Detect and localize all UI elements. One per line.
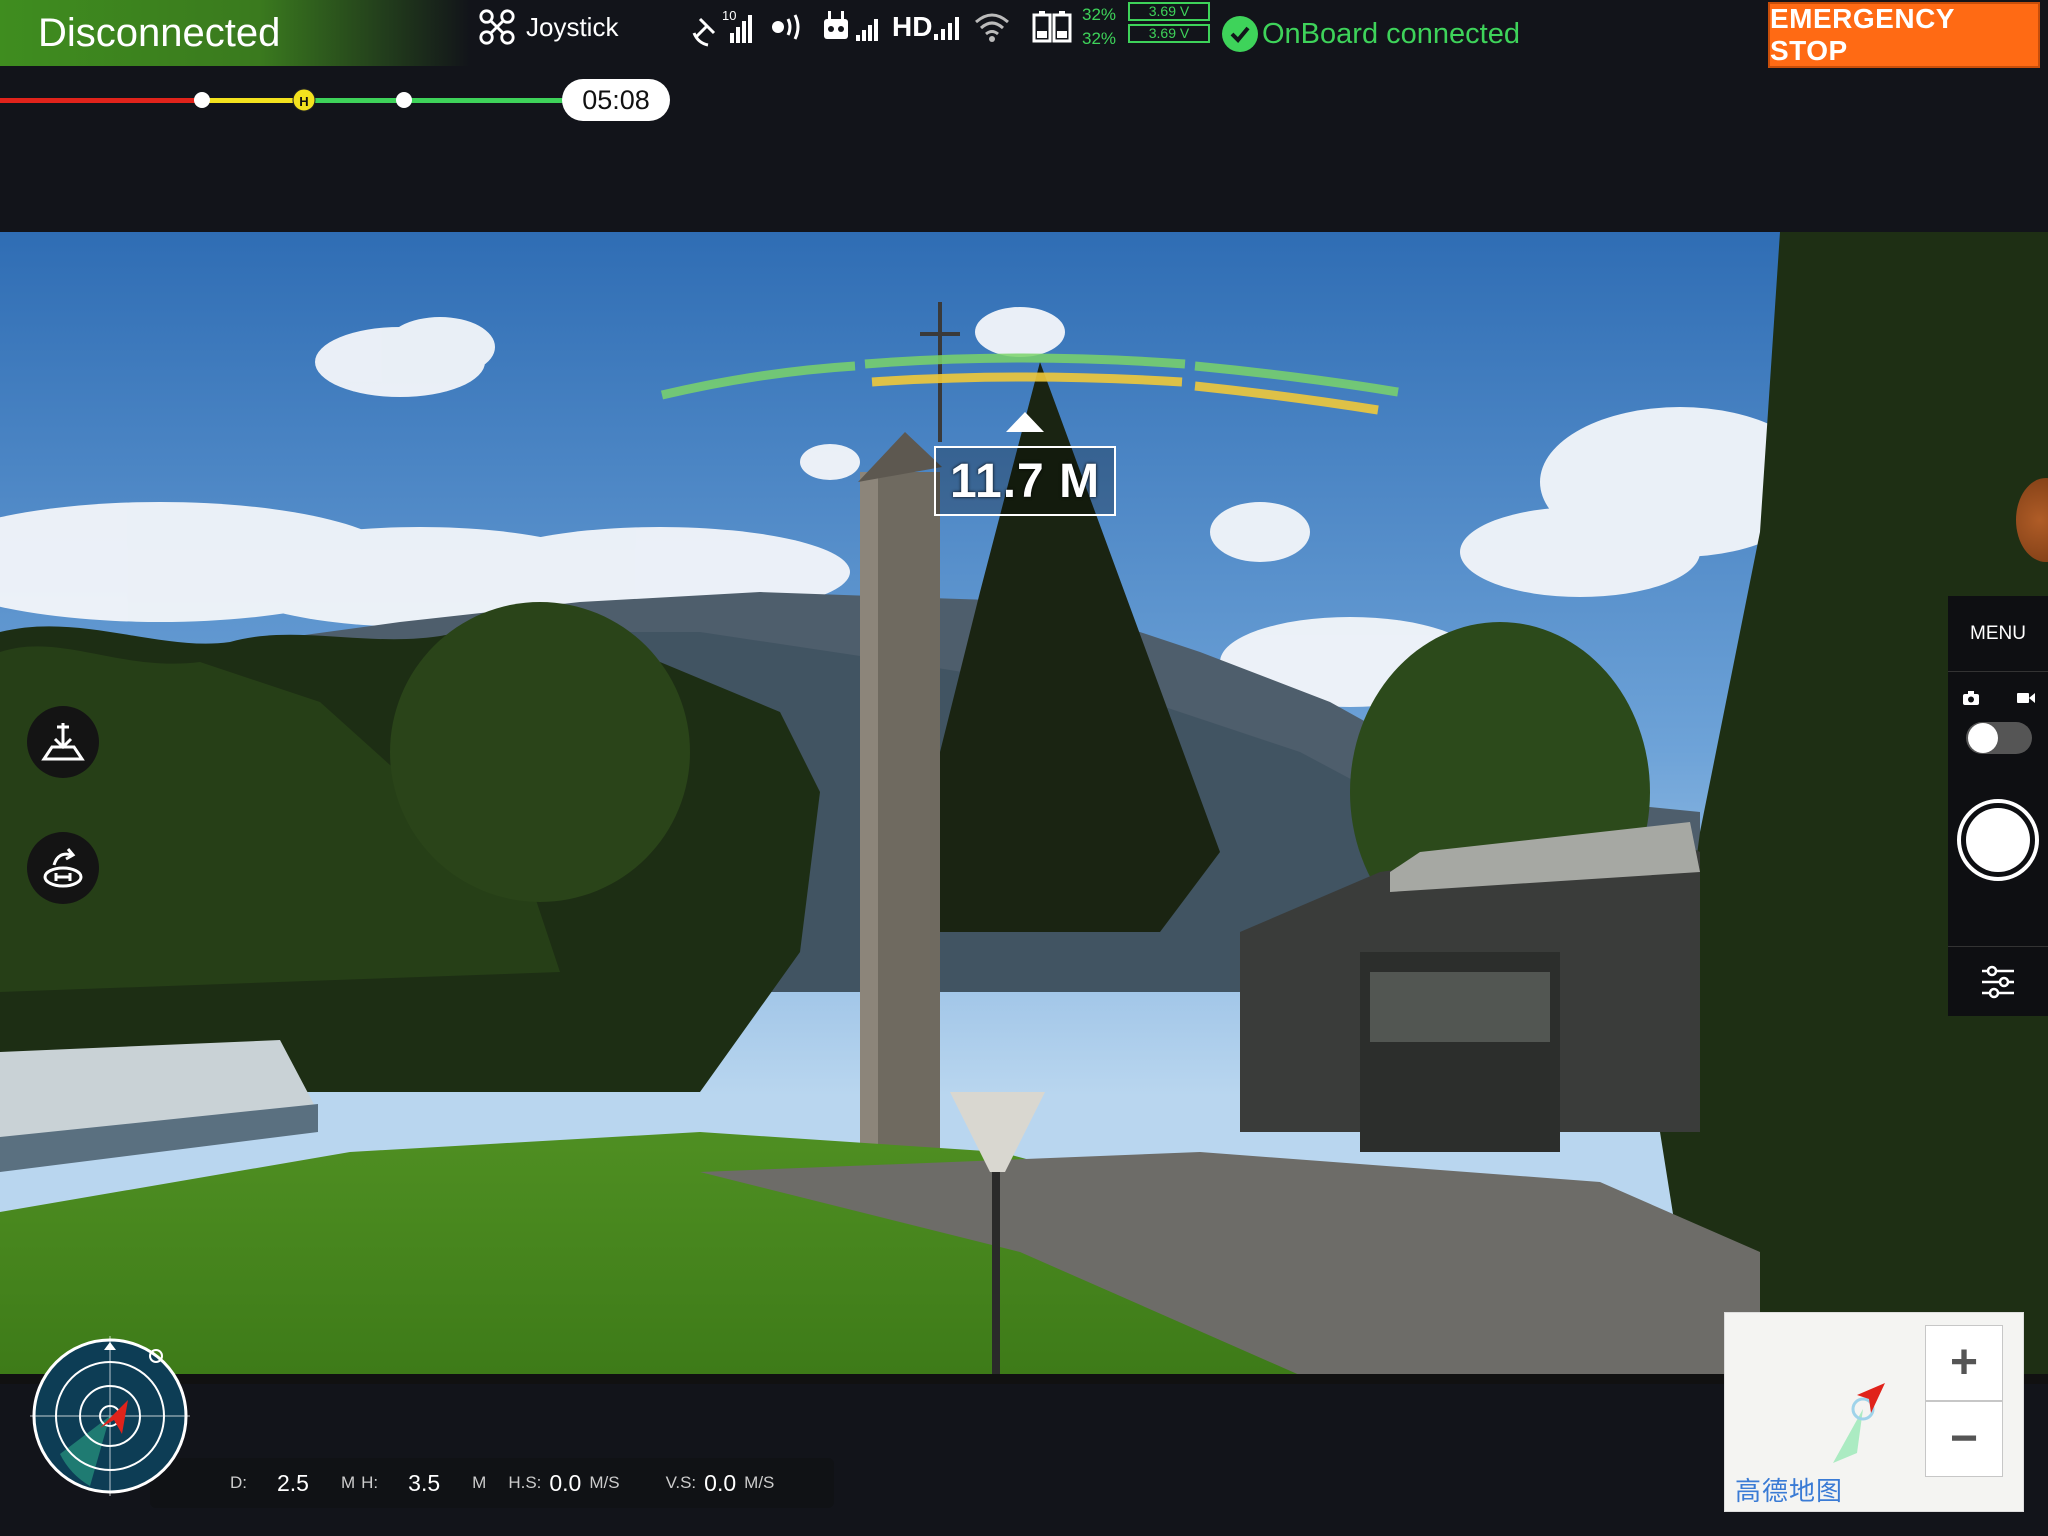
height-unit: M	[472, 1473, 487, 1492]
radar-icon[interactable]	[30, 1336, 190, 1496]
photo-video-toggle[interactable]	[1966, 722, 2032, 754]
voltage-1: 3.69 V	[1128, 2, 1210, 21]
vertical-speed-unit: M/S	[744, 1473, 775, 1492]
camera-feed[interactable]	[0, 232, 2048, 1384]
height-label: H:	[361, 1473, 379, 1492]
shutter-button[interactable]	[1957, 799, 2039, 881]
horizontal-speed-value: 0.0	[549, 1469, 582, 1496]
remote-controller-icon	[824, 11, 878, 41]
camera-control-panel: MENU	[1948, 596, 2048, 1016]
connection-status-label: Disconnected	[38, 10, 281, 55]
height-value: 3.5	[408, 1469, 441, 1496]
zoom-out-button[interactable]: −	[1925, 1401, 2003, 1477]
battery-percent-1: 32%	[1082, 5, 1117, 24]
sliders-icon	[1982, 965, 2014, 998]
zoom-in-button[interactable]: +	[1925, 1325, 2003, 1401]
battery-percent-2: 32%	[1082, 29, 1117, 48]
altitude-arrow-icon	[1006, 412, 1044, 432]
map-provider-logo: 高德地图	[1735, 1476, 1844, 1506]
horizontal-speed-label: H.S:	[508, 1473, 542, 1492]
onboard-status-label: OnBoard connected	[1262, 17, 1520, 50]
critical-threshold-marker	[194, 92, 210, 108]
hd-link-status: HD	[892, 0, 962, 54]
menu-button[interactable]: MENU	[1948, 596, 2048, 672]
gps-status[interactable]: 10	[690, 0, 754, 54]
camera-icon	[1963, 691, 1979, 705]
vertical-speed-value: 0.0	[704, 1469, 737, 1496]
horizontal-speed-unit: M/S	[589, 1473, 620, 1492]
battery-bar-critical-segment	[0, 98, 202, 103]
battery-status[interactable]: 32% 32%	[1032, 0, 1116, 54]
drone-icon	[479, 9, 515, 45]
telemetry-bar: D: 2.5 M H: 3.5 M H.S: 0.0 M/S V.S: 0.0 …	[150, 1458, 834, 1508]
distance-unit: M	[340, 1473, 356, 1492]
rc-signal-indicator	[770, 0, 810, 54]
camera-scene	[0, 232, 2048, 1384]
battery-icon	[1032, 11, 1072, 43]
app-root: Disconnected Joystick 10 HD 32% 32% 3.69…	[0, 0, 2048, 1536]
flight-mode-indicator[interactable]: Joystick	[478, 0, 618, 54]
low-threshold-marker	[396, 92, 412, 108]
hd-label: HD	[892, 11, 933, 42]
cell-voltages: 3.69 V 3.69 V	[1128, 2, 1210, 43]
satellite-count: 10	[722, 8, 737, 23]
onboard-status: OnBoard connected	[1222, 6, 1520, 62]
return-home-icon	[43, 848, 83, 888]
minimap[interactable]: + − 高德地图	[1724, 1312, 2024, 1512]
battery-percentages: 32% 32%	[1082, 3, 1116, 51]
video-icon	[2017, 693, 2035, 703]
battery-bar-warning-segment	[202, 98, 304, 103]
takeoff-icon	[41, 723, 85, 761]
flight-time-remaining: 05:08	[562, 79, 670, 121]
home-marker-label: H	[299, 94, 308, 109]
distance-value: 2.5	[277, 1469, 309, 1496]
vertical-speed-label: V.S:	[665, 1473, 697, 1492]
voltage-2: 3.69 V	[1128, 24, 1210, 43]
signal-icon	[934, 17, 960, 40]
connection-status: Disconnected	[0, 0, 470, 66]
return-home-button[interactable]	[27, 832, 99, 904]
flight-mode-label: Joystick	[526, 11, 619, 42]
distance-label: D:	[230, 1473, 247, 1492]
wifi-icon	[975, 13, 1009, 42]
remote-controller-status	[822, 0, 884, 54]
battery-bar-ok-segment	[304, 98, 566, 103]
check-icon	[1222, 16, 1258, 52]
takeoff-button[interactable]	[27, 706, 99, 778]
altitude-readout: 11.7 M	[934, 446, 1116, 516]
signal-icon	[772, 14, 800, 40]
wifi-status	[972, 0, 1012, 54]
camera-settings-button[interactable]	[1948, 946, 2048, 1016]
emergency-stop-button[interactable]: EMERGENCY STOP	[1768, 2, 2040, 68]
